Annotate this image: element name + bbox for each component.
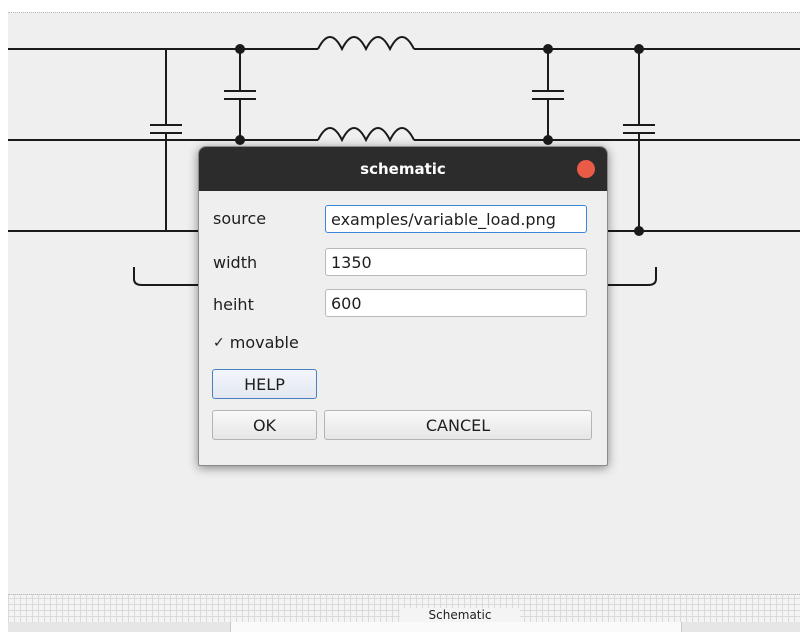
brace-left bbox=[133, 267, 198, 286]
source-input[interactable] bbox=[325, 205, 587, 233]
ok-button[interactable]: OK bbox=[212, 410, 317, 440]
capacitor-left-inner bbox=[224, 49, 256, 140]
help-button-label: HELP bbox=[244, 374, 285, 394]
dialog-title: schematic bbox=[360, 160, 446, 178]
capacitor-right-inner bbox=[532, 49, 564, 140]
height-input[interactable] bbox=[325, 289, 587, 317]
height-label: heiht bbox=[213, 295, 254, 314]
scrollbar-handle[interactable] bbox=[230, 622, 682, 632]
schematic-tab[interactable]: Schematic bbox=[400, 608, 520, 622]
movable-checkbox[interactable]: ✓ movable bbox=[213, 333, 299, 352]
bottom-scrollbar[interactable] bbox=[8, 622, 800, 632]
cancel-button[interactable]: CANCEL bbox=[324, 410, 592, 440]
help-button[interactable]: HELP bbox=[212, 369, 317, 399]
source-label: source bbox=[213, 209, 267, 228]
checkmark-icon[interactable]: ✓ bbox=[213, 335, 225, 351]
width-label: width bbox=[213, 253, 258, 272]
close-icon[interactable] bbox=[577, 160, 595, 178]
middle-inductor bbox=[317, 127, 415, 143]
ok-button-label: OK bbox=[252, 415, 277, 435]
width-input[interactable] bbox=[325, 248, 587, 276]
cancel-button-label: CANCEL bbox=[425, 415, 491, 435]
schematic-dialog: schematic source width heiht ✓ movable H… bbox=[198, 146, 608, 466]
top-inductor bbox=[317, 36, 415, 52]
movable-label: movable bbox=[229, 333, 299, 352]
brace-right bbox=[608, 267, 657, 286]
dialog-titlebar[interactable]: schematic bbox=[199, 147, 607, 191]
